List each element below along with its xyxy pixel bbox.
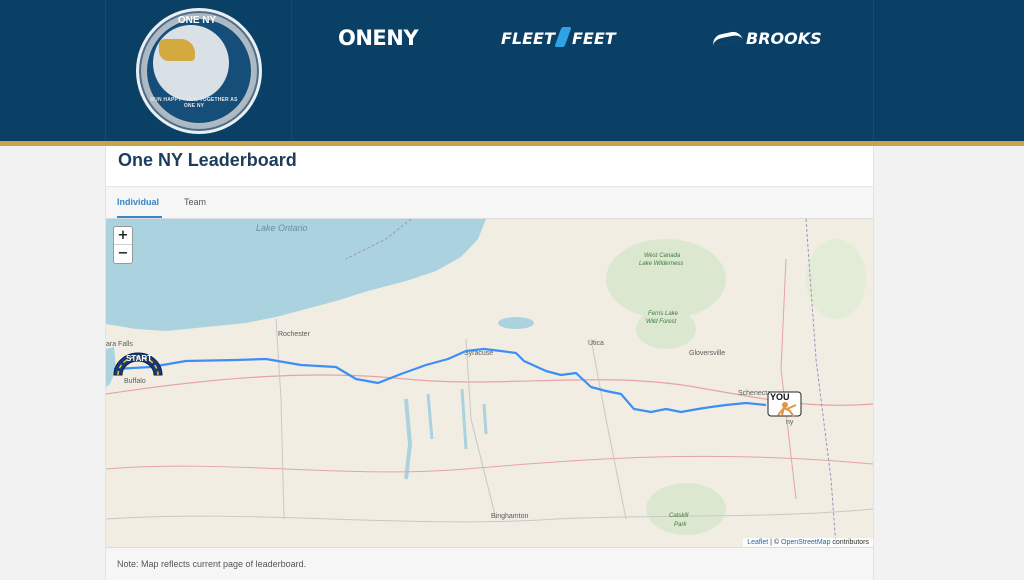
start-marker[interactable]: START [113, 352, 163, 376]
label-wild-forest: Wild Forest [646, 319, 677, 325]
map-note-footer: Note: Map reflects current page of leade… [106, 548, 873, 580]
zoom-out-button[interactable]: − [114, 245, 132, 263]
road [465, 338, 497, 520]
label-gloversville: Gloversville [689, 350, 725, 357]
label-west-canada: West Canada [644, 253, 681, 259]
road [590, 338, 627, 520]
label-utica: Utica [588, 340, 604, 347]
road [106, 508, 873, 523]
header-inner: ONE NY RUN HAPPY - RUN TOGETHER AS ONE N… [105, 0, 874, 141]
badge-inner [153, 25, 229, 101]
finger-lake-4 [482, 403, 488, 435]
label-buffalo: Buffalo [124, 378, 146, 385]
road [106, 455, 873, 473]
fleet-feet-mark-icon [554, 27, 572, 47]
tab-team[interactable]: Team [184, 197, 206, 207]
label-niagara-falls: ara Falls [106, 341, 133, 348]
zoom-control: + − [113, 226, 133, 264]
oneida-lake-water [498, 317, 534, 329]
brooks-logo: BROOKS [746, 29, 822, 48]
label-rochester: Rochester [278, 331, 311, 338]
lake-erie-water [106, 347, 116, 387]
label-park: Park [674, 522, 687, 528]
page-title: One NY Leaderboard [118, 150, 297, 170]
road [275, 318, 285, 520]
zoom-in-button[interactable]: + [114, 227, 132, 245]
label-lake-wilderness: Lake Wilderness [639, 261, 683, 267]
eastern-forest [806, 239, 866, 319]
label-binghamton: Binghamton [491, 513, 528, 520]
openstreetmap-link[interactable]: OpenStreetMap [781, 539, 830, 546]
finger-lake-1 [404, 398, 413, 480]
you-runner-marker[interactable]: YOU [767, 391, 802, 418]
map-canvas[interactable]: Lake Ontario West Canada Lake Wilderness… [106, 219, 873, 547]
map-note-text: Note: Map reflects current page of leade… [117, 559, 307, 569]
adirondack-forest [606, 239, 726, 319]
fleet-feet-logo-fleet: FLEET [501, 29, 555, 48]
active-tab-indicator [117, 216, 162, 218]
leaflet-link[interactable]: Leaflet [747, 539, 768, 546]
label-ferris-lake: Ferris Lake [648, 311, 679, 317]
finger-lake-2 [426, 393, 434, 440]
leaderboard-card: One NY Leaderboard Individual Team Lake … [105, 146, 874, 580]
you-marker-label: YOU [770, 392, 790, 402]
road [780, 258, 797, 500]
label-catskill: Catskill [669, 513, 689, 519]
map-attribution: Leaflet | © OpenStreetMap contributors [743, 538, 873, 547]
label-lake-ontario: Lake Ontario [256, 223, 308, 233]
ny-state-shape-icon [159, 39, 195, 61]
finger-lake-3 [460, 388, 468, 450]
one-ny-badge-logo[interactable]: ONE NY RUN HAPPY - RUN TOGETHER AS ONE N… [136, 8, 262, 134]
attribution-separator: | © [768, 539, 782, 546]
badge-top-text: ONE NY [177, 15, 217, 26]
label-albany: ny [786, 419, 794, 426]
route-map[interactable]: Lake Ontario West Canada Lake Wilderness… [106, 219, 873, 547]
site-header: ONE NY RUN HAPPY - RUN TOGETHER AS ONE N… [0, 0, 1024, 142]
fleet-feet-logo-feet: FEET [572, 29, 616, 48]
logo-container[interactable]: ONE NY RUN HAPPY - RUN TOGETHER AS ONE N… [106, 0, 292, 141]
badge-bottom-text: RUN HAPPY - RUN TOGETHER AS ONE NY [150, 97, 238, 109]
tab-bar: Individual Team [106, 187, 873, 219]
tab-individual[interactable]: Individual [117, 197, 159, 207]
lake-ontario-water [106, 219, 486, 331]
oneny-sponsor-logo: ONENY [338, 26, 419, 50]
label-schenectady: Schenecta [738, 390, 771, 397]
start-marker-label: START [126, 354, 152, 363]
attribution-contributors: contributors [830, 539, 869, 546]
brooks-swoosh-icon [711, 29, 743, 47]
